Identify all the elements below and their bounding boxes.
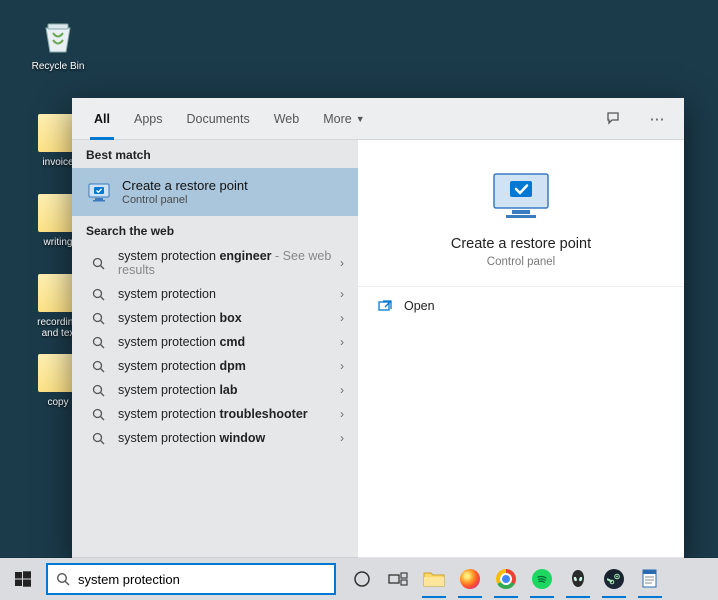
tab-more[interactable]: More ▼ — [311, 98, 376, 139]
search-icon — [92, 288, 108, 301]
chevron-right-icon: › — [340, 287, 344, 301]
desktop-icon-recycle-bin[interactable]: Recycle Bin — [28, 18, 88, 72]
windows-logo-icon — [15, 571, 31, 587]
chevron-right-icon: › — [340, 383, 344, 397]
detail-title: Create a restore point — [368, 236, 674, 252]
chevron-right-icon: › — [340, 407, 344, 421]
web-result-text: system protection lab — [118, 383, 340, 397]
search-filter-tabs: All Apps Documents Web More ▼ ⋯ — [72, 98, 684, 140]
task-view-icon[interactable] — [380, 558, 416, 600]
web-result-text: system protection cmd — [118, 335, 340, 349]
web-result-item[interactable]: system protection troubleshooter› — [72, 402, 358, 426]
section-search-web: Search the web — [72, 216, 358, 244]
search-icon — [92, 432, 108, 445]
tab-label: Documents — [186, 112, 249, 126]
chevron-down-icon: ▼ — [356, 114, 365, 124]
search-icon — [56, 572, 70, 586]
tab-label: All — [94, 112, 110, 126]
search-icon — [92, 312, 108, 325]
start-button[interactable] — [0, 558, 46, 600]
web-result-text: system protection box — [118, 311, 340, 325]
web-result-item[interactable]: system protection engineer - See web res… — [72, 244, 358, 282]
taskbar-app-steam[interactable] — [596, 558, 632, 600]
best-match-title: Create a restore point — [122, 178, 248, 193]
results-list: Best match Create a restore point Contro… — [72, 140, 358, 558]
cortana-icon[interactable] — [344, 558, 380, 600]
tab-web[interactable]: Web — [262, 98, 311, 139]
chevron-right-icon: › — [340, 359, 344, 373]
tab-label: Web — [274, 112, 299, 126]
web-result-text: system protection troubleshooter — [118, 407, 340, 421]
best-match-item[interactable]: Create a restore point Control panel — [72, 168, 358, 216]
web-result-item[interactable]: system protection window› — [72, 426, 358, 450]
chevron-right-icon: › — [340, 311, 344, 325]
search-icon — [92, 408, 108, 421]
monitor-check-icon — [486, 168, 556, 222]
tab-label: More — [323, 112, 351, 126]
taskbar-app-alienware[interactable] — [560, 558, 596, 600]
web-result-item[interactable]: system protection› — [72, 282, 358, 306]
web-result-item[interactable]: system protection lab› — [72, 378, 358, 402]
web-result-item[interactable]: system protection dpm› — [72, 354, 358, 378]
open-label: Open — [404, 299, 435, 313]
chevron-right-icon: › — [340, 335, 344, 349]
taskbar-app-spotify[interactable] — [524, 558, 560, 600]
desktop-icon-label: Recycle Bin — [28, 61, 88, 72]
detail-subtitle: Control panel — [368, 256, 674, 268]
open-action[interactable]: Open — [358, 287, 684, 325]
start-search-panel: All Apps Documents Web More ▼ ⋯ Best matc… — [72, 98, 684, 558]
taskbar-app-chrome[interactable] — [488, 558, 524, 600]
tab-documents[interactable]: Documents — [174, 98, 261, 139]
taskbar-app-file-explorer[interactable] — [416, 558, 452, 600]
taskbar-search-box[interactable] — [46, 563, 336, 595]
web-result-text: system protection — [118, 287, 340, 301]
web-result-text: system protection engineer - See web res… — [118, 249, 340, 277]
taskbar-app-notes[interactable] — [632, 558, 668, 600]
search-icon — [92, 257, 108, 270]
open-icon — [378, 299, 392, 313]
monitor-check-icon — [86, 179, 112, 205]
web-result-text: system protection dpm — [118, 359, 340, 373]
feedback-icon[interactable] — [606, 111, 640, 127]
tab-apps[interactable]: Apps — [122, 98, 175, 139]
search-icon — [92, 336, 108, 349]
search-icon — [92, 384, 108, 397]
tab-label: Apps — [134, 112, 163, 126]
taskbar — [0, 558, 718, 600]
web-result-item[interactable]: system protection box› — [72, 306, 358, 330]
search-icon — [92, 360, 108, 373]
search-input[interactable] — [78, 572, 326, 587]
chevron-right-icon: › — [340, 431, 344, 445]
result-detail-pane: Create a restore point Control panel Ope… — [358, 140, 684, 558]
web-result-text: system protection window — [118, 431, 340, 445]
section-best-match: Best match — [72, 140, 358, 168]
chevron-right-icon: › — [340, 256, 344, 270]
more-options-icon[interactable]: ⋯ — [640, 110, 674, 128]
taskbar-app-firefox[interactable] — [452, 558, 488, 600]
web-result-item[interactable]: system protection cmd› — [72, 330, 358, 354]
tab-all[interactable]: All — [82, 98, 122, 139]
best-match-subtitle: Control panel — [122, 194, 248, 206]
recycle-bin-icon — [38, 18, 78, 56]
